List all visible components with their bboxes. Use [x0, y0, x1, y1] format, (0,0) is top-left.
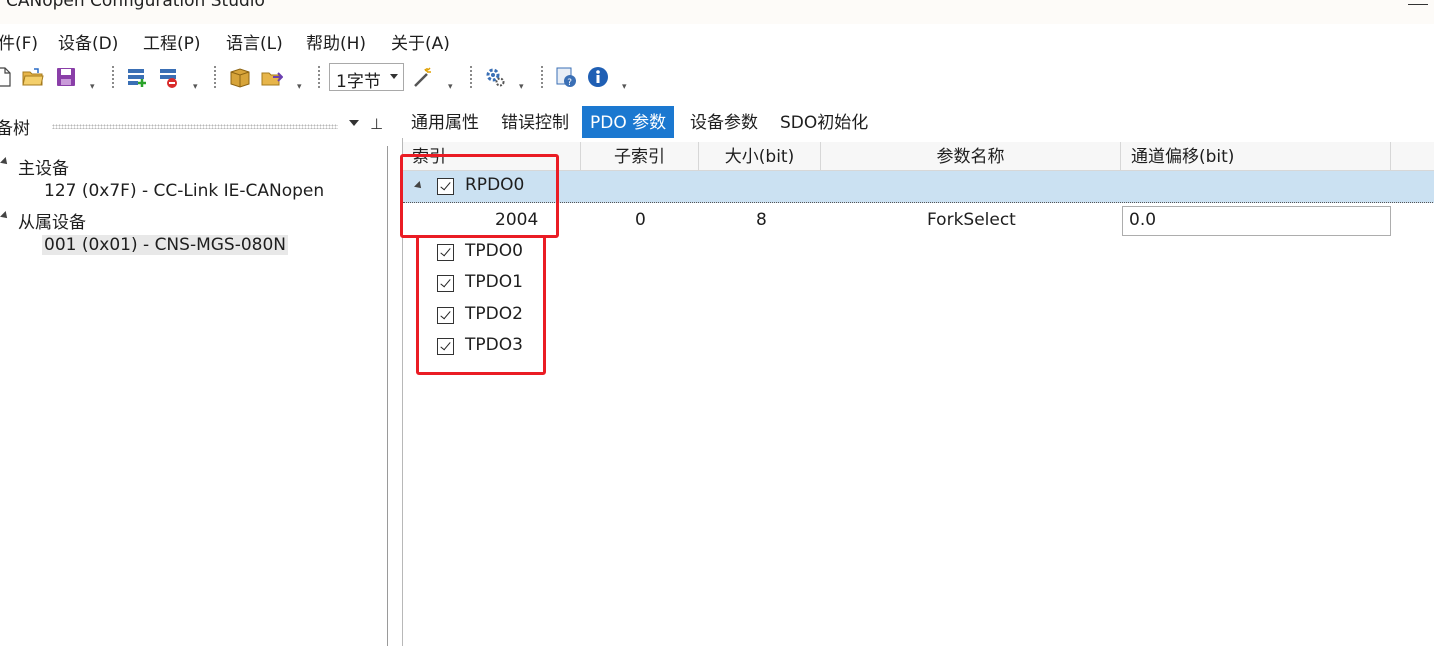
highlight-box-rpdo — [400, 154, 559, 238]
toolbar-separator — [470, 66, 472, 88]
toolbar: ▾ ▾ ▾ 1字节 ▾ ▾ ? ▾ — [0, 54, 1434, 100]
column-channel-offset[interactable]: 通道偏移(bit) — [1121, 142, 1391, 170]
menu-file[interactable]: 件(F) — [0, 29, 38, 54]
menu-device[interactable]: 设备(D) — [58, 29, 118, 54]
channel-offset-input[interactable]: 0.0 — [1122, 206, 1391, 236]
toolbar-separator — [541, 66, 543, 88]
help-icon[interactable]: ? — [555, 66, 577, 88]
tree-node-master-device[interactable]: 127 (0x7F) - CC-Link IE-CANopen — [44, 181, 324, 201]
device-dropdown-icon[interactable]: ▾ — [193, 82, 198, 92]
menu-language[interactable]: 语言(L) — [226, 29, 283, 54]
cell-param-name: ForkSelect — [927, 210, 1016, 230]
device-tree-title: 备树 — [0, 119, 30, 139]
tab-general[interactable]: 通用属性 — [403, 106, 487, 138]
svg-text:?: ? — [567, 78, 572, 88]
info-icon[interactable] — [587, 66, 609, 88]
tree-node-slave-device[interactable]: 001 (0x01) - CNS-MGS-080N — [42, 235, 289, 255]
tree-node-master[interactable]: 主设备 — [18, 154, 69, 179]
expand-arrow-icon[interactable] — [0, 211, 10, 221]
panel-grip[interactable] — [52, 124, 338, 129]
settings-dropdown-icon[interactable]: ▾ — [519, 82, 524, 92]
menu-project[interactable]: 工程(P) — [143, 29, 201, 54]
device-tree: 主设备 127 (0x7F) - CC-Link IE-CANopen 从属设备… — [0, 146, 388, 646]
title-bar: CANopen Configuration Studio — [0, 0, 1434, 24]
toolbar-separator — [214, 66, 216, 88]
add-device-icon[interactable] — [126, 66, 148, 88]
menu-help[interactable]: 帮助(H) — [306, 29, 366, 54]
wand-dropdown-icon[interactable]: ▾ — [448, 82, 453, 92]
channel-offset-value: 0.0 — [1129, 210, 1157, 230]
tab-device-params[interactable]: 设备参数 — [682, 106, 766, 138]
remove-device-icon[interactable] — [158, 66, 180, 88]
save-dropdown-icon[interactable]: ▾ — [90, 82, 95, 92]
column-subindex[interactable]: 子索引 — [581, 142, 699, 170]
tab-error-control[interactable]: 错误控制 — [493, 106, 577, 138]
byte-size-select[interactable]: 1字节 — [329, 63, 404, 92]
info-dropdown-icon[interactable]: ▾ — [622, 82, 627, 92]
pin-icon[interactable]: ⊥ — [370, 115, 383, 133]
tree-node-slaves[interactable]: 从属设备 — [18, 208, 86, 233]
byte-size-value: 1字节 — [336, 72, 381, 92]
settings-icon[interactable] — [484, 66, 506, 88]
expand-arrow-icon[interactable] — [0, 157, 10, 167]
tab-pdo-params[interactable]: PDO 参数 — [582, 106, 675, 138]
column-size[interactable]: 大小(bit) — [699, 142, 821, 170]
cell-size: 8 — [756, 210, 767, 230]
open-folder-icon[interactable] — [22, 66, 44, 88]
toolbar-separator — [318, 66, 320, 88]
highlight-box-tpdo — [416, 235, 546, 375]
magic-wand-icon[interactable] — [412, 66, 434, 88]
export-dropdown-icon[interactable]: ▾ — [297, 82, 302, 92]
export-icon[interactable] — [261, 66, 283, 88]
package-icon[interactable] — [229, 66, 251, 88]
menu-bar: 件(F) 设备(D) 工程(P) 语言(L) 帮助(H) 关于(A) — [0, 24, 1434, 54]
tab-sdo-init[interactable]: SDO初始化 — [772, 106, 876, 138]
toolbar-separator — [112, 66, 114, 88]
save-icon[interactable] — [55, 66, 77, 88]
panel-menu-icon[interactable] — [349, 120, 359, 126]
minimize-button[interactable] — [1408, 0, 1428, 5]
cell-subindex: 0 — [635, 210, 646, 230]
menu-about[interactable]: 关于(A) — [391, 29, 450, 54]
column-param-name[interactable]: 参数名称 — [821, 142, 1121, 170]
new-file-icon[interactable] — [0, 66, 14, 88]
device-tree-header: 备树 ⊥ — [0, 106, 392, 142]
chevron-down-icon — [390, 74, 398, 79]
tab-strip: 通用属性 错误控制 PDO 参数 设备参数 SDO初始化 — [402, 106, 1434, 138]
window-title: CANopen Configuration Studio — [6, 0, 265, 11]
